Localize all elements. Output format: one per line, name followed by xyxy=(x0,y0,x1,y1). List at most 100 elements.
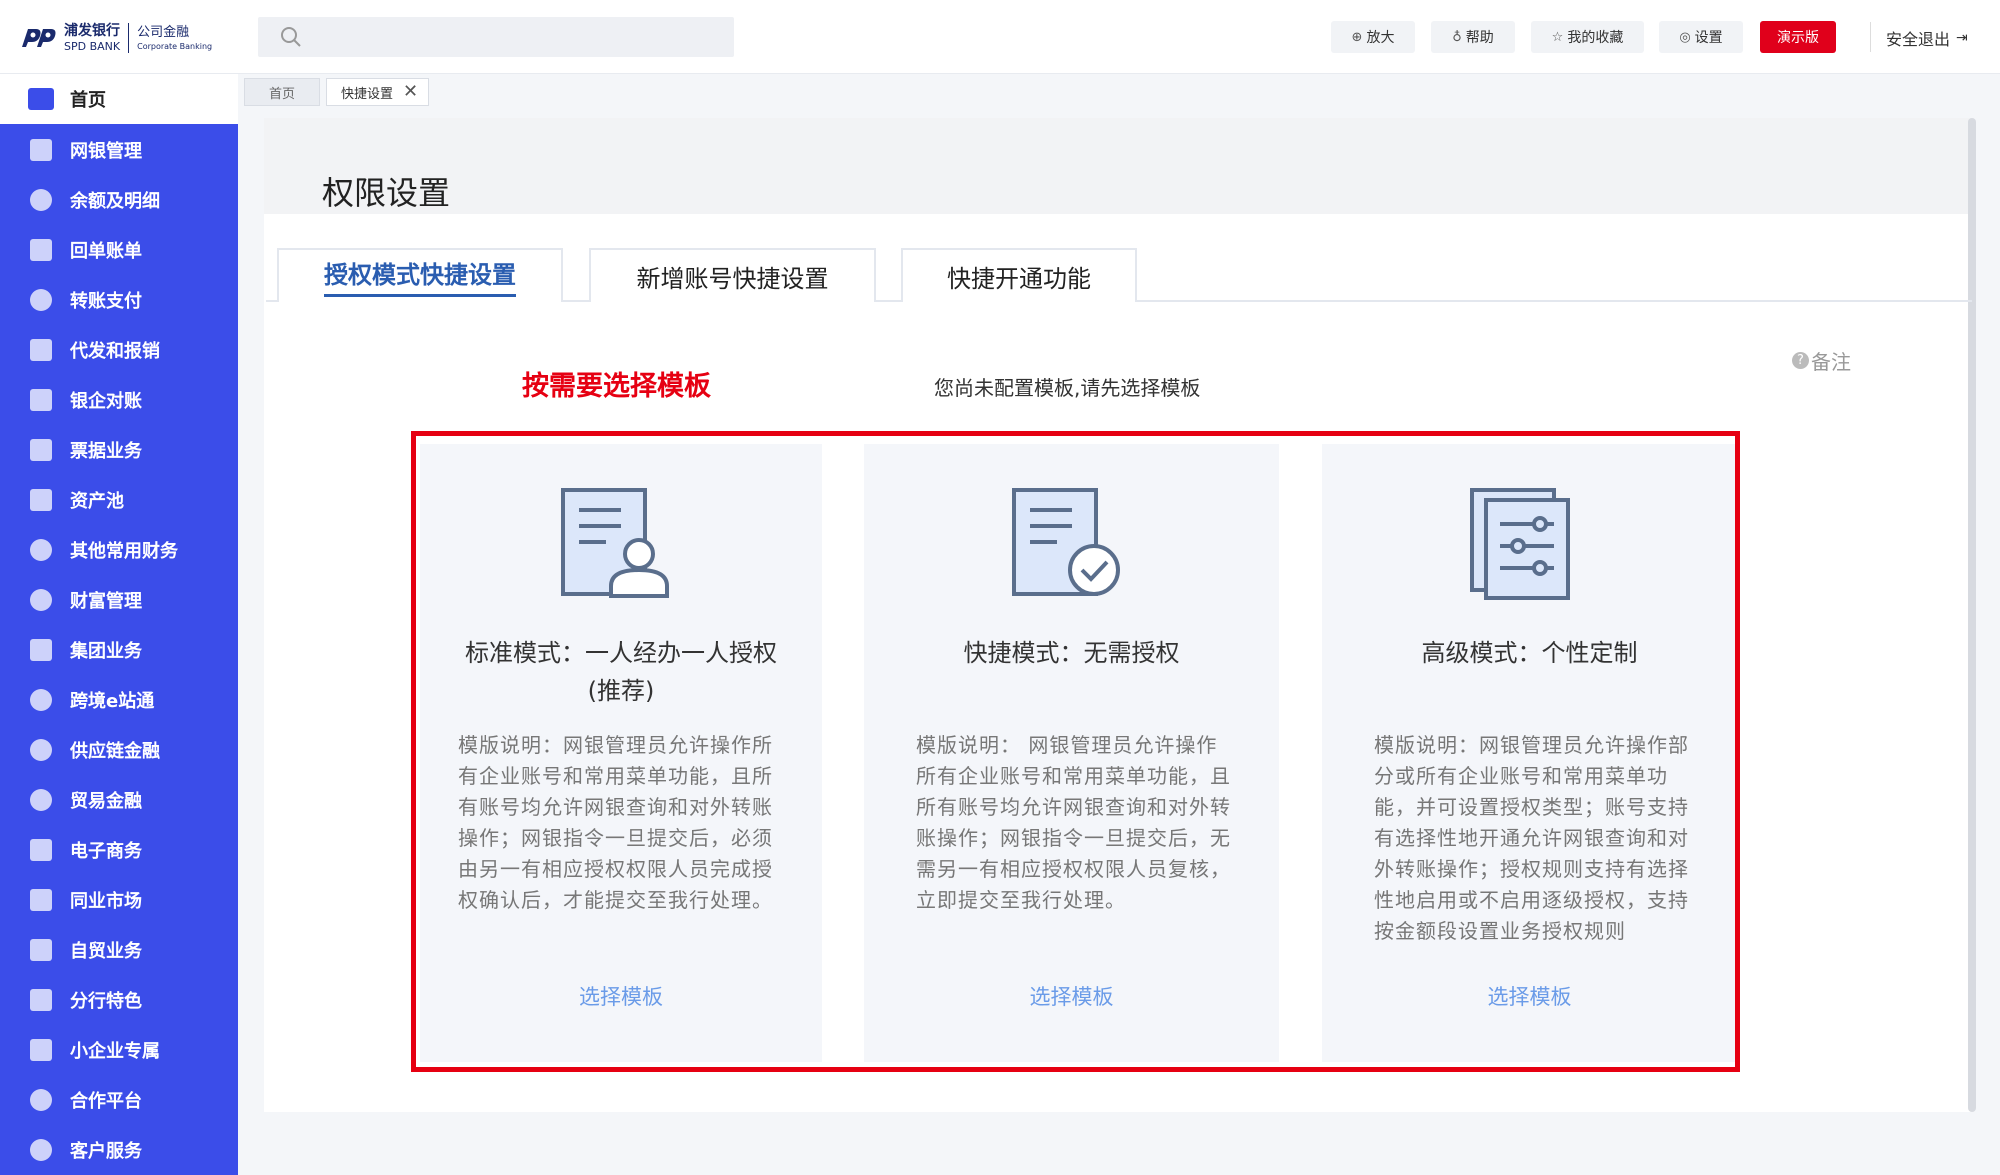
breadcrumb: 首页 快捷设置 ✕ xyxy=(244,78,430,108)
sidebar-item-label: 小企业专属 xyxy=(70,1041,160,1062)
sidebar-item-label: 其他常用财务 xyxy=(70,541,178,562)
sidebar-item-other-finance[interactable]: 其他常用财务 xyxy=(0,525,238,575)
breadcrumb-home[interactable]: 首页 xyxy=(244,78,321,106)
demo-label: 演示版 xyxy=(1777,30,1819,46)
bank-logo[interactable]: 浦发银行 SPD BANK 公司金融 Corporate Banking xyxy=(20,20,212,56)
sidebar-item-ftz[interactable]: 自贸业务 xyxy=(0,925,238,975)
notice-text: 您尚未配置模板,请先选择模板 xyxy=(934,376,1201,400)
sidebar-item-label: 客户服务 xyxy=(70,1141,142,1162)
sidebar-item-label: 余额及明细 xyxy=(70,191,160,212)
favorites-button[interactable]: ☆ 我的收藏 xyxy=(1531,21,1644,53)
sidebar-item-branch[interactable]: 分行特色 xyxy=(0,975,238,1025)
sidebar-item-customer-service[interactable]: 客户服务 xyxy=(0,1125,238,1175)
trade-icon xyxy=(30,789,52,811)
sidebar-item-label: 跨境e站通 xyxy=(70,691,155,712)
branch-icon xyxy=(30,989,52,1011)
help-button[interactable]: ♁ 帮助 xyxy=(1431,21,1515,53)
favorites-label: 我的收藏 xyxy=(1567,30,1624,46)
toolbar-divider xyxy=(1870,22,1871,52)
small-business-icon xyxy=(30,1039,52,1061)
sidebar-item-ecommerce[interactable]: 电子商务 xyxy=(0,825,238,875)
bill-icon xyxy=(30,439,52,461)
demo-badge[interactable]: 演示版 xyxy=(1760,21,1836,53)
search-icon xyxy=(281,27,301,47)
supply-chain-icon xyxy=(30,739,52,761)
settings-button[interactable]: ◎ 设置 xyxy=(1659,21,1743,53)
transfer-icon xyxy=(30,289,52,311)
sidebar-item-label: 银企对账 xyxy=(70,391,142,412)
sidebar-item-transfer[interactable]: 转账支付 xyxy=(0,275,238,325)
sidebar-item-label: 合作平台 xyxy=(70,1091,142,1112)
question-icon: ? xyxy=(1792,352,1809,369)
bank-name-en: SPD BANK xyxy=(64,40,121,53)
sidebar-item-bills[interactable]: 票据业务 xyxy=(0,425,238,475)
receipt-icon xyxy=(30,239,52,261)
sidebar-item-supply-chain[interactable]: 供应链金融 xyxy=(0,725,238,775)
coin-icon xyxy=(30,189,52,211)
sidebar-item-ebank-management[interactable]: 网银管理 xyxy=(0,125,238,175)
sidebar-item-label: 电子商务 xyxy=(70,841,142,862)
sidebar-item-label: 贸易金融 xyxy=(70,791,142,812)
sidebar-item-label: 资产池 xyxy=(70,491,124,512)
remark-link[interactable]: ? 备注 xyxy=(1792,346,1851,375)
sidebar-item-label: 首页 xyxy=(70,90,106,111)
sidebar-item-partners[interactable]: 合作平台 xyxy=(0,1075,238,1125)
sidebar-item-asset-pool[interactable]: 资产池 xyxy=(0,475,238,525)
scrollbar[interactable] xyxy=(1968,118,1976,1112)
reconcile-icon xyxy=(30,389,52,411)
tab-new-account[interactable]: 新增账号快捷设置 xyxy=(589,248,876,302)
group-icon xyxy=(30,639,52,661)
highlight-box xyxy=(411,431,1740,1072)
lightbulb-icon: ♁ xyxy=(1452,29,1462,45)
zoom-button[interactable]: ⊕ 放大 xyxy=(1331,21,1415,53)
sidebar-item-group[interactable]: 集团业务 xyxy=(0,625,238,675)
logout-button[interactable]: 安全退出 ⇥ xyxy=(1886,26,1968,50)
sidebar-item-label: 网银管理 xyxy=(70,141,142,162)
annotation-text: 按需要选择模板 xyxy=(522,371,711,402)
sidebar-item-cross-border[interactable]: 跨境e站通 xyxy=(0,675,238,725)
search-input[interactable] xyxy=(258,17,734,57)
sidebar-item-label: 分行特色 xyxy=(70,991,142,1012)
sidebar-item-trade-finance[interactable]: 贸易金融 xyxy=(0,775,238,825)
sidebar-item-label: 回单账单 xyxy=(70,241,142,262)
sidebar-item-label: 同业市场 xyxy=(70,891,142,912)
star-icon: ☆ xyxy=(1551,29,1564,45)
tab-quick-enable[interactable]: 快捷开通功能 xyxy=(901,248,1137,302)
sidebar-item-small-business[interactable]: 小企业专属 xyxy=(0,1025,238,1075)
interbank-icon xyxy=(30,889,52,911)
partner-icon xyxy=(30,1089,52,1111)
division-name-en: Corporate Banking xyxy=(137,41,213,51)
sidebar-item-label: 自贸业务 xyxy=(70,941,142,962)
exit-icon: ⇥ xyxy=(1956,30,1968,46)
sidebar-item-reconciliation[interactable]: 银企对账 xyxy=(0,375,238,425)
breadcrumb-current[interactable]: 快捷设置 ✕ xyxy=(326,78,430,106)
wealth-icon xyxy=(30,589,52,611)
sidebar-item-receipts[interactable]: 回单账单 xyxy=(0,225,238,275)
spd-logo-icon xyxy=(20,23,58,53)
sidebar-item-interbank[interactable]: 同业市场 xyxy=(0,875,238,925)
page-title: 权限设置 xyxy=(322,174,451,212)
sidebar-item-label: 代发和报销 xyxy=(70,341,160,362)
gear-icon: ◎ xyxy=(1679,29,1691,45)
logout-label: 安全退出 xyxy=(1886,30,1951,49)
sidebar-item-balance[interactable]: 余额及明细 xyxy=(0,175,238,225)
globe-icon xyxy=(30,689,52,711)
close-icon[interactable]: ✕ xyxy=(403,83,418,101)
settings-label: 设置 xyxy=(1694,30,1723,46)
sidebar-item-home[interactable]: 首页 xyxy=(0,74,238,124)
sidebar-nav: 网银管理 余额及明细 回单账单 转账支付 代发和报销 银企对账 票据业务 资产池… xyxy=(0,125,238,1175)
panel-header xyxy=(264,118,1972,214)
asset-pool-icon xyxy=(30,489,52,511)
logo-divider xyxy=(128,23,130,53)
tab-authorization-mode[interactable]: 授权模式快捷设置 xyxy=(277,248,563,302)
sidebar-item-payroll[interactable]: 代发和报销 xyxy=(0,325,238,375)
sidebar-item-wealth[interactable]: 财富管理 xyxy=(0,575,238,625)
sidebar-item-label: 票据业务 xyxy=(70,441,142,462)
help-label: 帮助 xyxy=(1465,30,1494,46)
sidebar-item-label: 供应链金融 xyxy=(70,741,160,762)
headset-icon xyxy=(30,1139,52,1161)
sidebar-item-label: 财富管理 xyxy=(70,591,142,612)
division-name-cn: 公司金融 xyxy=(137,24,190,40)
sidebar-item-label: 集团业务 xyxy=(70,641,142,662)
zoom-in-icon: ⊕ xyxy=(1351,29,1363,45)
